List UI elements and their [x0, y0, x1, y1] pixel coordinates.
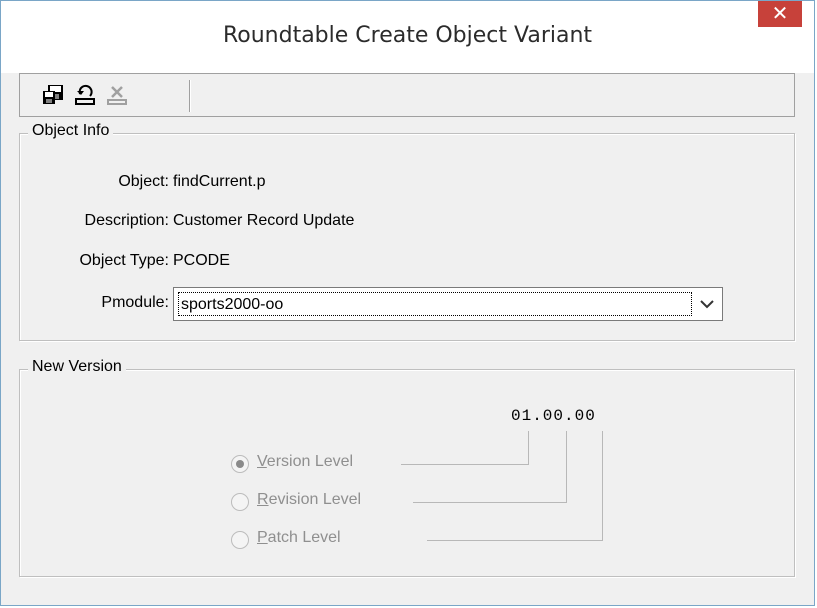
- object-type-value: PCODE: [173, 252, 230, 269]
- chevron-down-icon[interactable]: [698, 295, 716, 313]
- window-title: Roundtable Create Object Variant: [222, 23, 593, 48]
- delete-button[interactable]: [104, 82, 130, 108]
- radio-version-label: Version Level: [257, 453, 354, 470]
- toolbar: [19, 73, 795, 117]
- toolbar-separator: [189, 80, 190, 112]
- save-button[interactable]: [40, 82, 66, 108]
- connector-line: [413, 502, 567, 503]
- pmodule-select[interactable]: sports2000-oo: [173, 287, 723, 321]
- connector-line: [427, 540, 603, 541]
- connector-line: [566, 431, 567, 503]
- version-string: 01.00.00: [511, 407, 596, 425]
- radio-button[interactable]: [231, 455, 249, 473]
- object-info-title: Object Info: [28, 122, 114, 140]
- undo-button[interactable]: [72, 82, 98, 108]
- object-value: findCurrent.p: [173, 173, 266, 190]
- close-button[interactable]: ✕: [758, 1, 802, 27]
- description-label: Description:: [84, 212, 169, 229]
- object-label: Object:: [118, 173, 169, 190]
- title-bar[interactable]: Roundtable Create Object Variant ✕: [1, 1, 814, 73]
- radio-patch-label: Patch Level: [257, 529, 341, 546]
- save-icon: [43, 85, 63, 104]
- new-version-group: New Version: [19, 358, 795, 577]
- new-version-title: New Version: [28, 358, 126, 376]
- dialog-window: Roundtable Create Object Variant ✕ Objec…: [0, 0, 815, 606]
- connector-line: [528, 431, 529, 465]
- radio-button[interactable]: [231, 493, 249, 511]
- description-value: Customer Record Update: [173, 212, 355, 229]
- pmodule-select-value: sports2000-oo: [178, 292, 692, 316]
- pmodule-label: Pmodule:: [101, 294, 169, 311]
- undo-icon: [75, 84, 95, 105]
- delete-icon: [107, 86, 127, 105]
- connector-line: [602, 431, 603, 541]
- object-type-label: Object Type:: [79, 252, 169, 269]
- radio-button[interactable]: [231, 531, 249, 549]
- connector-line: [401, 464, 529, 465]
- radio-revision-label: Revision Level: [257, 491, 362, 508]
